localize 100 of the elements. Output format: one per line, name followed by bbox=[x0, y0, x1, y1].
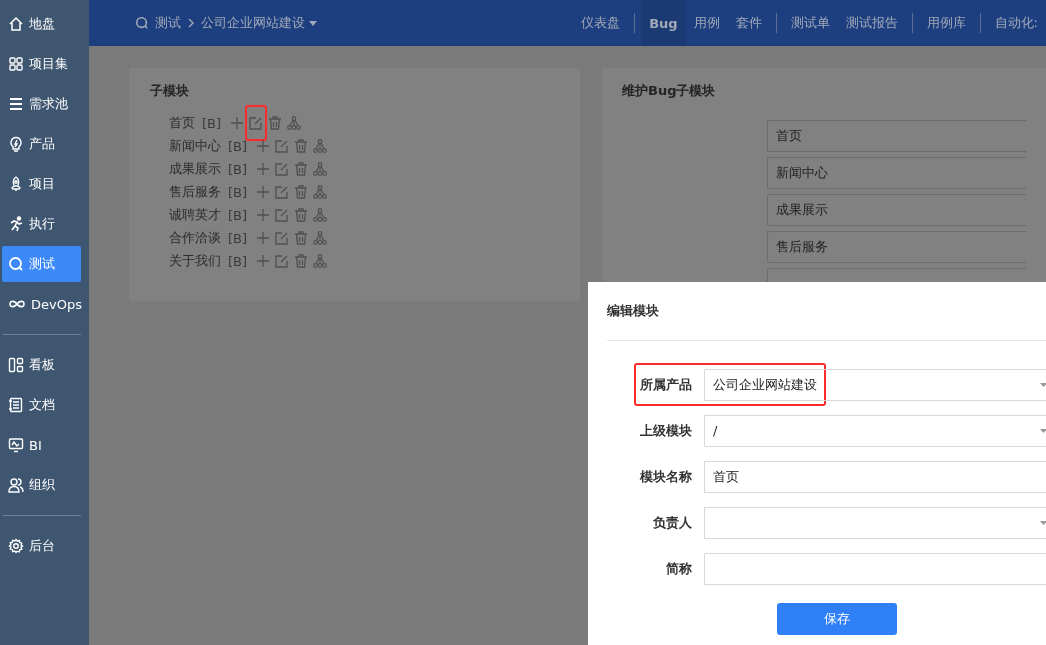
hierarchy-icon[interactable] bbox=[313, 231, 328, 245]
sidebar-item[interactable]: 文档 bbox=[2, 387, 81, 423]
hierarchy-icon[interactable] bbox=[313, 254, 328, 268]
product-dropdown[interactable]: 公司企业网站建设 bbox=[201, 14, 317, 32]
card-title: 子模块 bbox=[150, 82, 190, 100]
search-icon bbox=[135, 16, 149, 30]
trash-icon[interactable] bbox=[294, 139, 309, 153]
field-label: 模块名称 bbox=[638, 467, 692, 486]
lightbulb-icon bbox=[8, 136, 24, 152]
caret-down-icon bbox=[1040, 382, 1046, 387]
nav-tab[interactable]: 自动化: bbox=[986, 0, 1046, 46]
nav-tab[interactable]: Bug bbox=[641, 0, 686, 46]
home-icon bbox=[8, 16, 24, 32]
select-field[interactable] bbox=[704, 506, 1046, 539]
module-name[interactable]: 合作洽谈 bbox=[169, 229, 221, 247]
list-icon bbox=[8, 96, 24, 112]
hierarchy-icon[interactable] bbox=[287, 116, 302, 130]
sidebar-item[interactable]: 执行 bbox=[2, 206, 81, 242]
move-icon[interactable] bbox=[256, 162, 271, 176]
grid-icon bbox=[8, 56, 24, 72]
field-label: 所属产品 bbox=[639, 375, 692, 394]
module-name-field[interactable]: 售后服务 bbox=[767, 231, 1026, 263]
module-name-field[interactable]: 成果展示 bbox=[767, 194, 1026, 226]
card-title: 维护Bug子模块 bbox=[622, 82, 717, 100]
dialog-title: 编辑模块 bbox=[607, 302, 660, 320]
trash-icon[interactable] bbox=[294, 254, 309, 268]
module-name[interactable]: 售后服务 bbox=[169, 183, 221, 201]
module-tag: [B] bbox=[228, 184, 248, 200]
move-icon[interactable] bbox=[230, 116, 245, 130]
edit-icon[interactable] bbox=[275, 162, 290, 176]
field-label: 负责人 bbox=[652, 513, 692, 532]
caret-down-icon bbox=[1040, 428, 1046, 433]
trash-icon[interactable] bbox=[294, 208, 309, 222]
caret-down-icon bbox=[309, 20, 317, 26]
edit-icon[interactable] bbox=[275, 231, 290, 245]
trash-icon[interactable] bbox=[294, 162, 309, 176]
caret-down-icon bbox=[1040, 520, 1046, 525]
chevron-right-icon bbox=[187, 18, 195, 28]
sidebar-item[interactable]: BI bbox=[2, 427, 81, 463]
sidebar-item[interactable]: 需求池 bbox=[2, 86, 81, 122]
people-icon bbox=[8, 477, 24, 493]
nav-tab[interactable]: 用例 bbox=[685, 0, 728, 46]
move-icon[interactable] bbox=[256, 254, 271, 268]
sidebar-item[interactable]: 测试 bbox=[2, 246, 81, 282]
infinity-icon bbox=[8, 298, 26, 310]
field-label: 简称 bbox=[665, 559, 692, 578]
module-name[interactable]: 诚聘英才 bbox=[169, 206, 221, 224]
move-icon[interactable] bbox=[256, 185, 271, 199]
module-name[interactable]: 首页 bbox=[169, 114, 195, 132]
sidebar-item[interactable]: 组织 bbox=[2, 467, 81, 503]
edit-icon[interactable] bbox=[275, 185, 290, 199]
move-icon[interactable] bbox=[256, 139, 271, 153]
trash-icon[interactable] bbox=[268, 116, 283, 130]
nav-tab[interactable]: 仪表盘 bbox=[573, 0, 629, 46]
sidebar-item[interactable]: 看板 bbox=[2, 347, 81, 383]
module-tag: [B] bbox=[228, 230, 248, 246]
module-name-field[interactable]: 新闻中心 bbox=[767, 157, 1026, 189]
module-name[interactable]: 成果展示 bbox=[169, 160, 221, 178]
edit-icon[interactable] bbox=[245, 105, 268, 141]
sidebar-item[interactable]: DevOps bbox=[2, 286, 81, 322]
text-field[interactable] bbox=[704, 552, 1046, 585]
edit-icon[interactable] bbox=[275, 254, 290, 268]
module-tag: [B] bbox=[228, 207, 248, 223]
select-field[interactable]: 公司企业网站建设 bbox=[704, 368, 1046, 401]
trash-icon[interactable] bbox=[294, 231, 309, 245]
module-name-field[interactable]: 首页 bbox=[767, 120, 1026, 152]
module-tag: [B] bbox=[228, 161, 248, 177]
move-icon[interactable] bbox=[256, 231, 271, 245]
breadcrumb-section[interactable]: 测试 bbox=[155, 14, 181, 32]
document-icon bbox=[8, 397, 24, 413]
trash-icon[interactable] bbox=[294, 185, 309, 199]
nav-tab[interactable]: 用例库 bbox=[918, 0, 974, 46]
edit-icon[interactable] bbox=[275, 139, 290, 153]
sidebar-item[interactable]: 后台 bbox=[2, 528, 81, 564]
module-tag: [B] bbox=[228, 138, 248, 154]
sidebar-item[interactable]: 项目集 bbox=[2, 46, 81, 82]
module-name[interactable]: 关于我们 bbox=[169, 252, 221, 270]
hierarchy-icon[interactable] bbox=[313, 162, 328, 176]
field-label: 上级模块 bbox=[639, 421, 692, 440]
move-icon[interactable] bbox=[256, 208, 271, 222]
hierarchy-icon[interactable] bbox=[313, 208, 328, 222]
sidebar-item[interactable]: 地盘 bbox=[2, 6, 81, 42]
sidebar-item[interactable]: 项目 bbox=[2, 166, 81, 202]
select-field[interactable]: / bbox=[704, 414, 1046, 447]
settings-icon bbox=[8, 538, 24, 554]
nav-tab[interactable]: 套件 bbox=[727, 0, 770, 46]
module-tag: [B] bbox=[202, 115, 222, 131]
save-button[interactable]: 保存 bbox=[777, 603, 897, 635]
nav-tab[interactable]: 测试报告 bbox=[837, 0, 906, 46]
hierarchy-icon[interactable] bbox=[313, 185, 328, 199]
sidebar-item[interactable]: 产品 bbox=[2, 126, 81, 162]
hierarchy-icon[interactable] bbox=[313, 139, 328, 153]
text-field[interactable]: 首页 bbox=[704, 460, 1046, 493]
running-figure-icon bbox=[8, 216, 24, 232]
nav-tab[interactable]: 测试单 bbox=[782, 0, 838, 46]
module-name[interactable]: 新闻中心 bbox=[169, 137, 221, 155]
monitor-icon bbox=[8, 437, 24, 453]
edit-icon[interactable] bbox=[275, 208, 290, 222]
module-tag: [B] bbox=[228, 253, 248, 269]
search-icon bbox=[8, 256, 24, 272]
